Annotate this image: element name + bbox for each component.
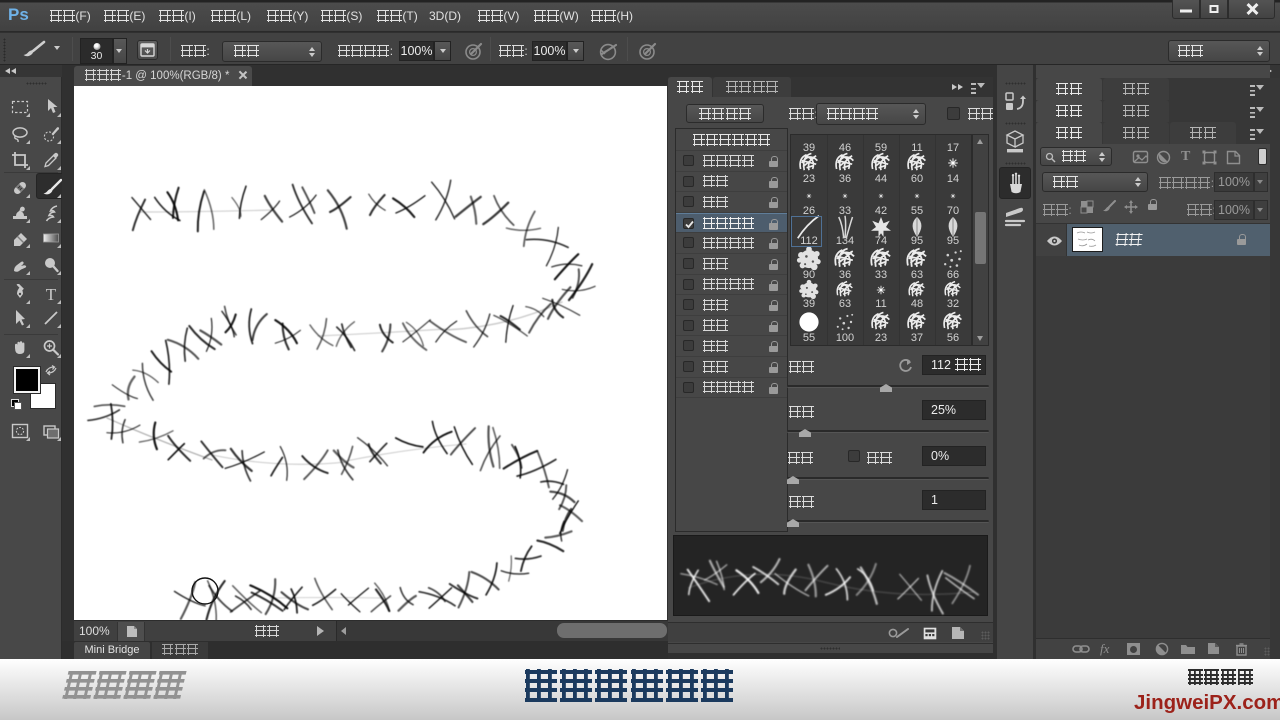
svg-text:95: 95 (911, 235, 923, 247)
svg-text:14: 14 (947, 173, 959, 185)
svg-text:66: 66 (947, 269, 959, 281)
svg-text:23: 23 (875, 332, 887, 344)
svg-text:100: 100 (836, 332, 854, 344)
svg-text:90: 90 (803, 269, 815, 281)
svg-text:39: 39 (803, 142, 815, 154)
svg-text:17: 17 (947, 142, 959, 154)
svg-text:63: 63 (911, 269, 923, 281)
svg-text:56: 56 (947, 332, 959, 344)
svg-text:T: T (46, 285, 57, 304)
svg-text:33: 33 (839, 205, 851, 217)
svg-text:59: 59 (875, 142, 887, 154)
svg-text:23: 23 (803, 173, 815, 185)
svg-text:55: 55 (803, 332, 815, 344)
svg-text:95: 95 (947, 235, 959, 247)
svg-text:74: 74 (875, 235, 887, 247)
svg-text:70: 70 (947, 205, 959, 217)
svg-text:32: 32 (947, 298, 959, 310)
svg-text:39: 39 (803, 298, 815, 310)
svg-text:48: 48 (911, 298, 923, 310)
svg-text:63: 63 (839, 298, 851, 310)
svg-text:37: 37 (911, 332, 923, 344)
svg-text:46: 46 (839, 142, 851, 154)
svg-text:134: 134 (836, 235, 854, 247)
svg-text:42: 42 (875, 205, 887, 217)
svg-text:55: 55 (911, 205, 923, 217)
svg-text:11: 11 (911, 142, 922, 154)
svg-text:36: 36 (839, 269, 851, 281)
svg-text:11: 11 (875, 298, 886, 310)
svg-text:33: 33 (875, 269, 887, 281)
svg-text:60: 60 (911, 173, 923, 185)
svg-text:36: 36 (839, 173, 851, 185)
svg-text:44: 44 (875, 173, 887, 185)
